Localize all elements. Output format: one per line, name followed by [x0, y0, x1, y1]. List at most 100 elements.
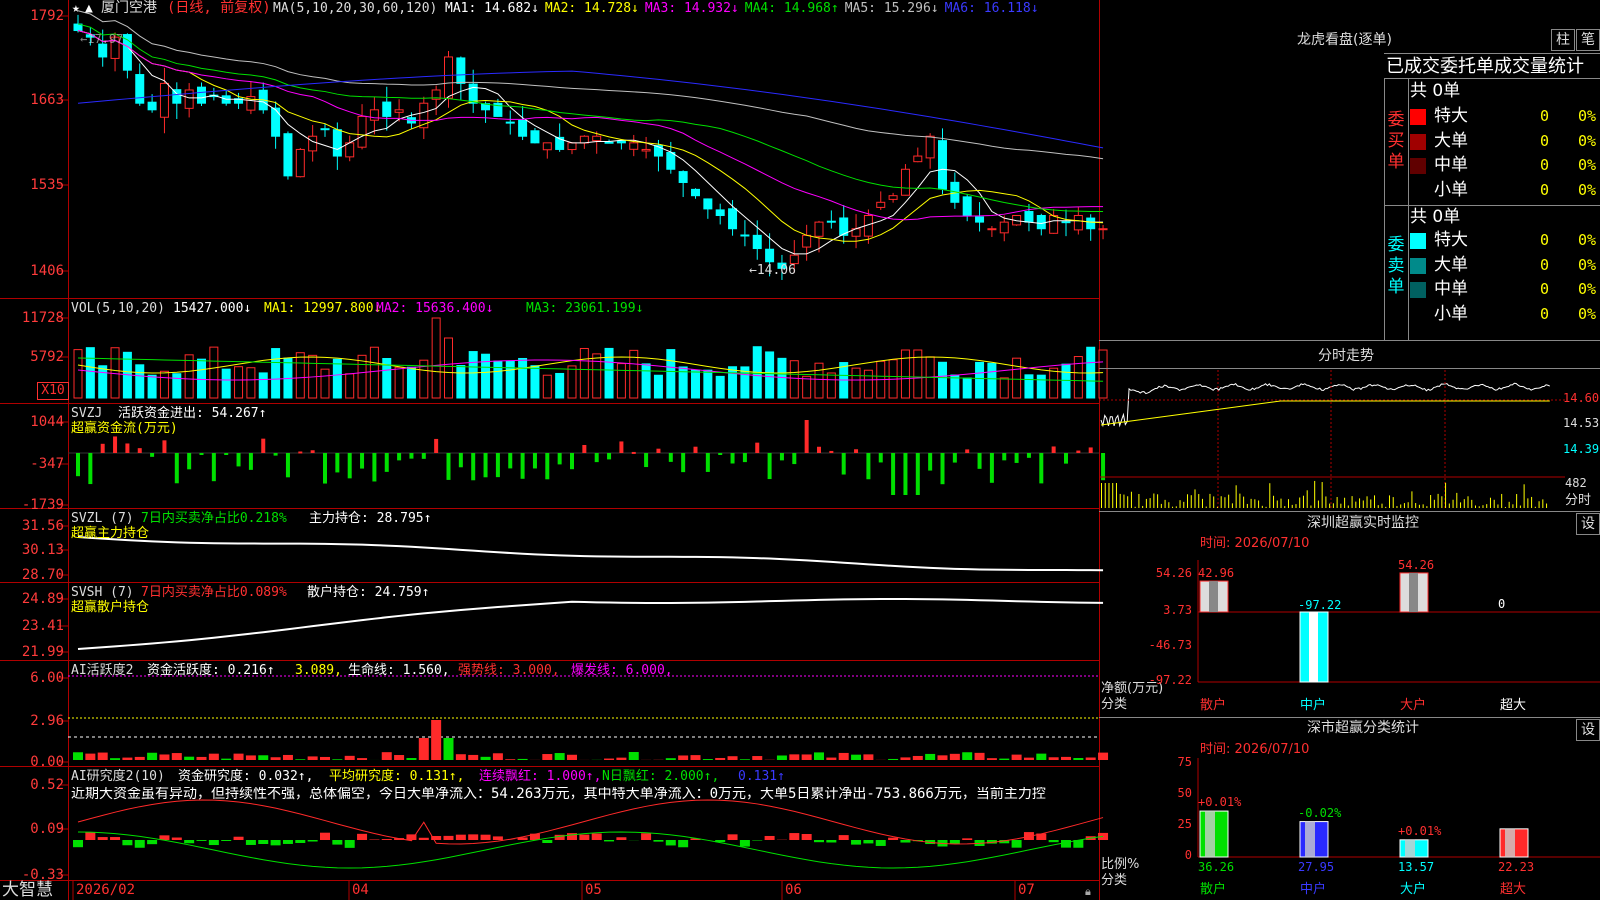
chevron-up-icon[interactable]: ▲ — [85, 1, 93, 16]
candle — [641, 148, 651, 152]
lock-icon[interactable]: 🔒︎ — [1085, 884, 1091, 899]
fenshi-vol-bar — [1153, 493, 1155, 508]
fenshi-vol-bar — [1508, 501, 1510, 508]
fenshi-vol-bar — [1142, 505, 1144, 508]
vol-value: 15427.000↓ — [173, 301, 252, 316]
activity-bar — [999, 758, 1010, 760]
candle — [147, 101, 157, 111]
lhb-tabs[interactable]: 已成交委托单成交量统计 — [1386, 56, 1600, 78]
monitor-settings-button[interactable]: 设 — [1576, 513, 1600, 535]
classify-bar-shade — [1405, 839, 1415, 857]
order-size-swatch — [1410, 257, 1426, 274]
classify-settings-button[interactable]: 设 — [1576, 719, 1600, 741]
volume-bar — [691, 369, 700, 399]
volume-bar — [802, 375, 812, 399]
candle — [666, 151, 676, 170]
fenshi-vol-max: 482 — [1565, 476, 1587, 490]
activity-bar — [702, 759, 713, 760]
volume-bar — [567, 365, 577, 399]
candle — [715, 209, 725, 217]
flow-bar — [656, 448, 661, 453]
fenshi-vol-bar — [1512, 504, 1514, 508]
research-bar — [962, 838, 973, 840]
activity-bar — [505, 759, 516, 760]
flow-bar — [236, 453, 241, 467]
activity-bar — [406, 758, 417, 760]
volume-bar — [110, 347, 120, 399]
candle — [530, 130, 540, 144]
candle — [876, 201, 886, 208]
activity-bar — [715, 757, 726, 760]
kline-mode[interactable]: (日线, 前复权) — [167, 1, 271, 16]
buy-side-label: 委买单 — [1387, 110, 1405, 172]
research-bar — [875, 840, 886, 846]
flow-bar — [1002, 453, 1007, 461]
fenshi-vol-bar — [1145, 498, 1147, 508]
candle — [1073, 215, 1083, 231]
flow-bar — [817, 446, 821, 453]
favorite-star-icon[interactable]: ★ — [72, 1, 80, 16]
research-line — [77, 831, 1104, 869]
bar-mode-button[interactable]: 柱 — [1551, 29, 1575, 51]
fenshi-vol-bar — [1426, 506, 1428, 508]
volume-bar — [1012, 357, 1022, 399]
activity-bar — [357, 758, 368, 760]
fenshi-vol-bar — [1302, 495, 1304, 508]
research-bar — [418, 837, 429, 840]
flow-bar — [804, 420, 809, 453]
fenshi-vol-bar — [1344, 497, 1346, 508]
fenshi-vol-bar — [1415, 503, 1417, 508]
flow-bar — [335, 453, 340, 473]
monitor-bar-shade — [1209, 581, 1218, 612]
classify-unit: 比例% — [1101, 857, 1140, 872]
research-bar — [838, 835, 849, 840]
classify-category: 超大 — [1500, 882, 1527, 897]
order-size-name: 小单 — [1434, 179, 1468, 200]
ma-line — [77, 70, 1104, 149]
vol-unit-badge[interactable]: X10 — [37, 382, 69, 400]
fenshi-vol-bar — [1216, 506, 1218, 508]
svzl-desc: 7日内买卖净占比0.218% — [141, 511, 287, 526]
y-axis-tick: 21.99 — [21, 644, 64, 660]
fenshi-vol-bar — [1437, 493, 1439, 508]
flow-bar — [792, 453, 797, 465]
order-size-name: 中单 — [1434, 155, 1468, 175]
candle — [900, 168, 910, 196]
stock-name[interactable]: 厦门空港 — [101, 1, 157, 16]
fenshi-vol-bar — [1452, 499, 1454, 508]
fenshi-vol-bar — [1273, 495, 1275, 508]
volume-bar — [1024, 374, 1034, 399]
activity-bar — [986, 758, 997, 760]
classify-y-tick: 25 — [1177, 817, 1192, 831]
fenshi-vol-bar — [1366, 496, 1368, 508]
tick-mode-button[interactable]: 笔 — [1576, 29, 1600, 51]
activity-bar — [171, 753, 182, 760]
activity-bar — [739, 759, 750, 760]
flow-bar — [866, 453, 871, 480]
volume-bar — [900, 349, 910, 399]
monitor-cat-label: 分类 — [1101, 697, 1128, 712]
order-size-swatch — [1410, 282, 1426, 298]
fenshi-vol-bar — [1201, 498, 1203, 508]
volume-bar — [765, 351, 775, 399]
order-size-percent: 0% — [1578, 304, 1597, 323]
kline-chart-canvas[interactable] — [0, 0, 1600, 900]
y-axis-tick: 1044 — [30, 414, 64, 430]
flow-bar — [644, 453, 649, 468]
fenshi-vol-bar — [1265, 506, 1267, 508]
volume-bar — [493, 360, 503, 399]
y-axis-tick: 1406 — [30, 263, 64, 279]
fenshi-vol-bar — [1123, 494, 1125, 508]
volume-bar — [579, 347, 589, 399]
fenshi-vol-bar — [1362, 500, 1364, 508]
volume-bar — [1098, 349, 1108, 399]
flow-bar — [446, 453, 451, 480]
flow-bar — [187, 453, 192, 470]
ma-value-4: MA4: 14.968↑ — [744, 1, 839, 16]
fenshi-vol-bar — [1246, 503, 1248, 508]
flow-bar — [1101, 453, 1106, 481]
retail-line — [77, 597, 1104, 650]
activity-bar — [1048, 757, 1059, 760]
fenshi-vol-bar — [1112, 483, 1114, 508]
volume-bar — [1073, 356, 1083, 399]
